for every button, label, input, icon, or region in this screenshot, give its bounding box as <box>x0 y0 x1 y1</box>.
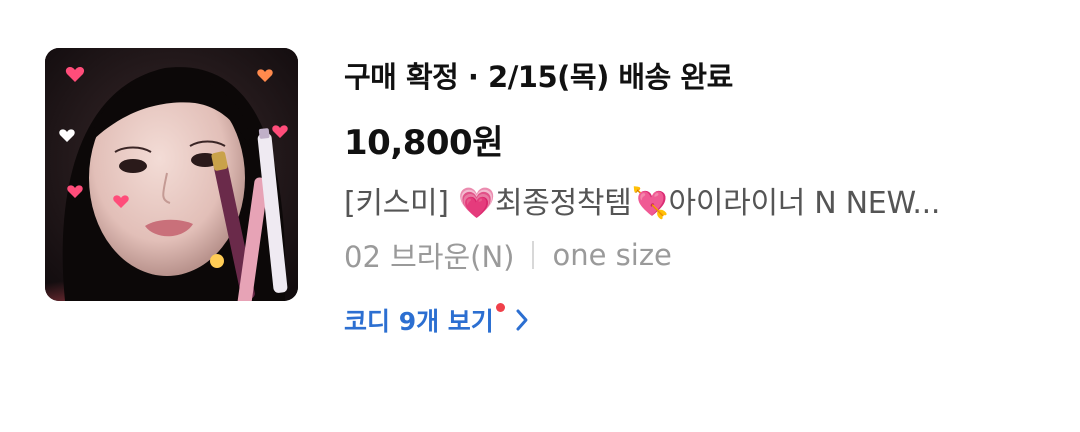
product-photo-image <box>45 48 298 301</box>
product-price: 10,800원 <box>344 123 503 163</box>
order-status: 구매 확정 · 2/15(목) 배송 완료 <box>344 60 733 94</box>
option-size: one size <box>552 238 672 272</box>
order-item-card[interactable]: 구매 확정 · 2/15(목) 배송 완료 10,800원 [키스미] 💗최종정… <box>0 0 1080 432</box>
product-thumbnail[interactable] <box>45 48 298 301</box>
option-divider <box>532 241 535 269</box>
new-notification-dot <box>495 302 505 312</box>
codi-link-label: 코디 9개 보기 <box>344 307 494 336</box>
product-options: 02 브라운(N) one size <box>344 234 672 276</box>
option-color: 02 브라운(N) <box>344 240 515 274</box>
product-name[interactable]: [키스미] 💗최종정착템💘아이라이너 N NEW... <box>344 178 984 222</box>
codi-view-link[interactable]: 코디 9개 보기 <box>344 302 529 338</box>
chevron-right-icon <box>515 308 529 332</box>
